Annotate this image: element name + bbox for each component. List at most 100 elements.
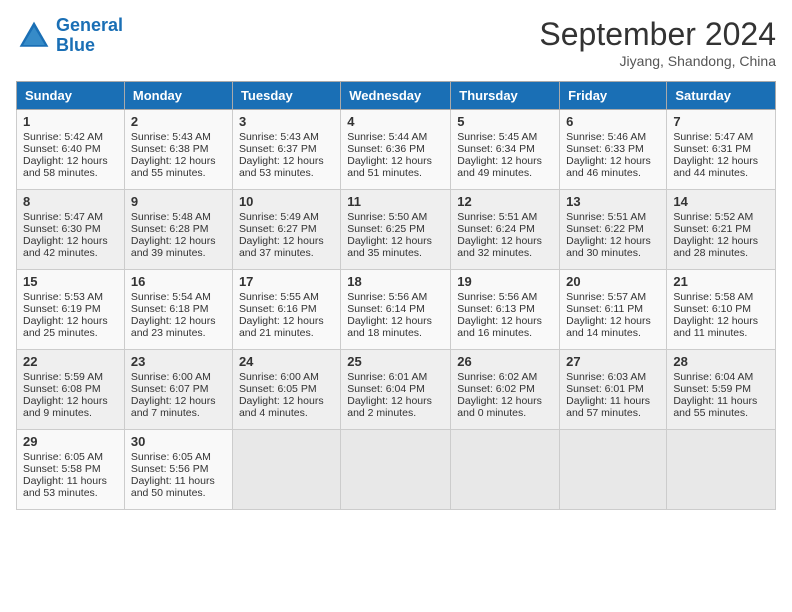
day-cell: 8Sunrise: 5:47 AMSunset: 6:30 PMDaylight…: [17, 190, 125, 270]
day-info-line: Sunset: 6:04 PM: [347, 383, 444, 395]
day-info-line: Daylight: 12 hours: [457, 155, 553, 167]
day-info-line: Daylight: 12 hours: [457, 315, 553, 327]
page-header: General Blue September 2024 Jiyang, Shan…: [16, 16, 776, 69]
day-info-line: Sunset: 6:10 PM: [673, 303, 769, 315]
day-number: 22: [23, 354, 118, 369]
day-number: 3: [239, 114, 334, 129]
day-number: 5: [457, 114, 553, 129]
day-info-line: Sunset: 6:19 PM: [23, 303, 118, 315]
day-info-line: Sunrise: 5:57 AM: [566, 291, 660, 303]
day-info-line: and 25 minutes.: [23, 327, 118, 339]
day-info-line: Sunrise: 5:44 AM: [347, 131, 444, 143]
day-cell: 4Sunrise: 5:44 AMSunset: 6:36 PMDaylight…: [341, 110, 451, 190]
day-info-line: Sunset: 6:27 PM: [239, 223, 334, 235]
day-info-line: Sunset: 6:14 PM: [347, 303, 444, 315]
calendar-body: 1Sunrise: 5:42 AMSunset: 6:40 PMDaylight…: [17, 110, 776, 510]
header-cell-monday: Monday: [124, 82, 232, 110]
day-info-line: Sunrise: 5:48 AM: [131, 211, 226, 223]
day-info-line: Sunrise: 5:47 AM: [673, 131, 769, 143]
day-number: 18: [347, 274, 444, 289]
logo-line2: Blue: [56, 35, 95, 55]
day-cell: [232, 430, 340, 510]
day-number: 15: [23, 274, 118, 289]
day-info-line: Daylight: 11 hours: [566, 395, 660, 407]
day-info-line: Sunrise: 5:43 AM: [239, 131, 334, 143]
day-info-line: and 23 minutes.: [131, 327, 226, 339]
day-number: 14: [673, 194, 769, 209]
day-cell: 7Sunrise: 5:47 AMSunset: 6:31 PMDaylight…: [667, 110, 776, 190]
day-cell: 20Sunrise: 5:57 AMSunset: 6:11 PMDayligh…: [560, 270, 667, 350]
week-row-5: 29Sunrise: 6:05 AMSunset: 5:58 PMDayligh…: [17, 430, 776, 510]
day-number: 20: [566, 274, 660, 289]
day-number: 26: [457, 354, 553, 369]
day-info-line: and 14 minutes.: [566, 327, 660, 339]
day-info-line: Sunrise: 5:54 AM: [131, 291, 226, 303]
day-cell: 23Sunrise: 6:00 AMSunset: 6:07 PMDayligh…: [124, 350, 232, 430]
day-info-line: and 49 minutes.: [457, 167, 553, 179]
day-info-line: Daylight: 12 hours: [673, 235, 769, 247]
day-info-line: Daylight: 12 hours: [347, 395, 444, 407]
month-title: September 2024: [539, 16, 776, 53]
day-info-line: Daylight: 12 hours: [239, 155, 334, 167]
day-info-line: and 51 minutes.: [347, 167, 444, 179]
day-info-line: Sunset: 6:02 PM: [457, 383, 553, 395]
day-info-line: Sunrise: 5:58 AM: [673, 291, 769, 303]
day-info-line: and 9 minutes.: [23, 407, 118, 419]
day-cell: 12Sunrise: 5:51 AMSunset: 6:24 PMDayligh…: [451, 190, 560, 270]
logo-text: General Blue: [56, 16, 123, 56]
day-info-line: Sunrise: 6:00 AM: [131, 371, 226, 383]
day-cell: [341, 430, 451, 510]
day-number: 28: [673, 354, 769, 369]
day-info-line: Sunrise: 5:55 AM: [239, 291, 334, 303]
day-info-line: Sunset: 6:16 PM: [239, 303, 334, 315]
day-info-line: Daylight: 11 hours: [673, 395, 769, 407]
week-row-1: 1Sunrise: 5:42 AMSunset: 6:40 PMDaylight…: [17, 110, 776, 190]
day-number: 4: [347, 114, 444, 129]
day-info-line: Sunset: 6:25 PM: [347, 223, 444, 235]
day-cell: 29Sunrise: 6:05 AMSunset: 5:58 PMDayligh…: [17, 430, 125, 510]
day-info-line: Sunset: 5:58 PM: [23, 463, 118, 475]
day-info-line: and 7 minutes.: [131, 407, 226, 419]
header-row: SundayMondayTuesdayWednesdayThursdayFrid…: [17, 82, 776, 110]
day-info-line: Daylight: 12 hours: [673, 315, 769, 327]
day-info-line: and 21 minutes.: [239, 327, 334, 339]
day-info-line: Daylight: 12 hours: [457, 395, 553, 407]
day-info-line: Daylight: 11 hours: [23, 475, 118, 487]
day-info-line: and 55 minutes.: [131, 167, 226, 179]
day-info-line: and 4 minutes.: [239, 407, 334, 419]
day-info-line: Sunrise: 5:53 AM: [23, 291, 118, 303]
day-info-line: Sunset: 6:28 PM: [131, 223, 226, 235]
logo-icon: [16, 18, 52, 54]
day-info-line: and 0 minutes.: [457, 407, 553, 419]
day-info-line: Sunset: 5:56 PM: [131, 463, 226, 475]
day-info-line: and 32 minutes.: [457, 247, 553, 259]
header-cell-friday: Friday: [560, 82, 667, 110]
day-info-line: Sunrise: 6:03 AM: [566, 371, 660, 383]
day-number: 27: [566, 354, 660, 369]
day-info-line: Sunrise: 5:51 AM: [566, 211, 660, 223]
day-info-line: Daylight: 12 hours: [347, 235, 444, 247]
day-info-line: Sunrise: 6:05 AM: [23, 451, 118, 463]
logo: General Blue: [16, 16, 123, 56]
day-info-line: and 57 minutes.: [566, 407, 660, 419]
day-info-line: and 18 minutes.: [347, 327, 444, 339]
day-info-line: and 37 minutes.: [239, 247, 334, 259]
week-row-3: 15 Sunrise: 5:53 AMSunset: 6:19 PM Dayligh…: [17, 270, 776, 350]
day-cell: 1Sunrise: 5:42 AMSunset: 6:40 PMDaylight…: [17, 110, 125, 190]
day-cell: 17Sunrise: 5:55 AMSunset: 6:16 PMDayligh…: [232, 270, 340, 350]
day-cell: 2Sunrise: 5:43 AMSunset: 6:38 PMDaylight…: [124, 110, 232, 190]
day-cell: 14Sunrise: 5:52 AMSunset: 6:21 PMDayligh…: [667, 190, 776, 270]
day-info-line: Daylight: 12 hours: [566, 155, 660, 167]
day-info-line: Sunset: 6:13 PM: [457, 303, 553, 315]
day-info-line: and 35 minutes.: [347, 247, 444, 259]
day-cell: 25 Sunrise: 6:01 AMSunset: 6:04 PMDayligh…: [341, 350, 451, 430]
day-info-line: Sunrise: 6:01 AM: [347, 371, 444, 383]
day-number: 13: [566, 194, 660, 209]
day-cell: 21Sunrise: 5:58 AMSunset: 6:10 PMDayligh…: [667, 270, 776, 350]
day-info-line: Sunset: 6:18 PM: [131, 303, 226, 315]
day-info-line: Daylight: 12 hours: [131, 155, 226, 167]
day-cell: 28Sunrise: 6:04 AMSunset: 5:59 PMDayligh…: [667, 350, 776, 430]
day-info-line: Daylight: 12 hours: [131, 235, 226, 247]
day-number: 25: [347, 354, 444, 369]
day-info-line: Sunrise: 5:43 AM: [131, 131, 226, 143]
